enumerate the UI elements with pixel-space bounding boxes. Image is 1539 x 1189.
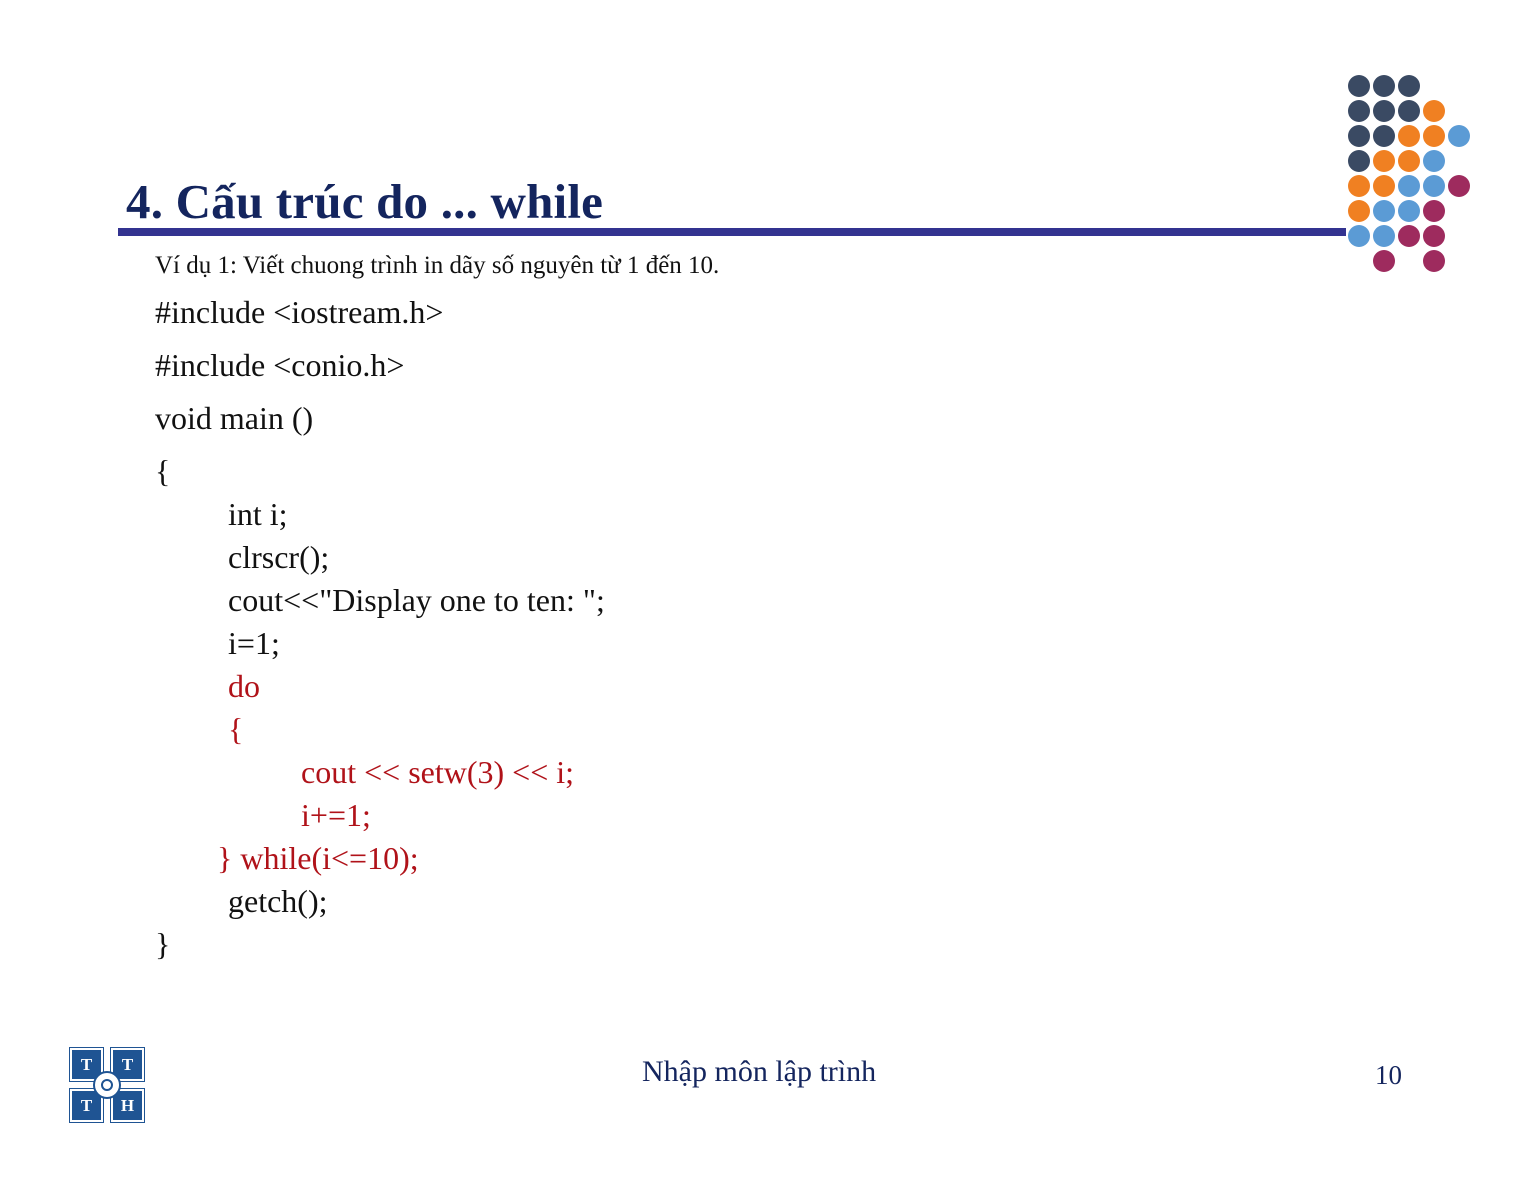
decoration-dot: [1348, 100, 1370, 122]
code-line: }: [155, 926, 171, 962]
decoration-dot: [1348, 125, 1370, 147]
decoration-dot: [1373, 150, 1395, 172]
decoration-dot: [1348, 200, 1370, 222]
code-line: cout << setw(3) << i;: [301, 754, 575, 790]
decoration-dot: [1398, 75, 1420, 97]
decoration-dot: [1348, 150, 1370, 172]
page-title: 4. Cấu trúc do ... while: [126, 173, 604, 229]
decoration-dot: [1423, 250, 1445, 272]
decoration-dot: [1348, 75, 1370, 97]
code-line: int i;: [228, 496, 288, 532]
decoration-dot: [1348, 225, 1370, 247]
decoration-dot: [1423, 125, 1445, 147]
example-intro-text: Ví dụ 1: Viết chuong trình in dãy số ngu…: [155, 252, 720, 279]
decoration-dot: [1423, 100, 1445, 122]
code-line: clrscr();: [228, 539, 330, 575]
decoration-dot: [1373, 100, 1395, 122]
decoration-dot: [1448, 125, 1470, 147]
decoration-dot: [1423, 200, 1445, 222]
code-listing: #include <iostream.h> #include <conio.h> v…: [155, 296, 1255, 971]
page-number: 10: [1375, 1060, 1402, 1090]
decoration-dot: [1373, 225, 1395, 247]
slide-canvas: 4. Cấu trúc do ... while Ví dụ 1: Viết c…: [0, 0, 1539, 1189]
decoration-dot: [1373, 175, 1395, 197]
footer-course-title: Nhập môn lập trình: [642, 1055, 877, 1088]
decoration-dot: [1423, 175, 1445, 197]
title-underline-rule: [118, 228, 1346, 236]
code-line: do: [228, 668, 260, 704]
code-line: #include <iostream.h>: [155, 294, 444, 330]
decoration-dot: [1448, 175, 1470, 197]
code-line: } while(i<=10);: [217, 840, 419, 876]
code-line: {: [228, 711, 244, 747]
decoration-dot: [1398, 150, 1420, 172]
decoration-dot: [1398, 100, 1420, 122]
decoration-dot: [1423, 150, 1445, 172]
decoration-dot: [1423, 225, 1445, 247]
code-line: getch();: [228, 883, 328, 919]
code-line: i+=1;: [301, 797, 371, 833]
code-line: void main (): [155, 400, 314, 436]
code-line: #include <conio.h>: [155, 347, 405, 383]
code-line: i=1;: [228, 625, 280, 661]
decoration-dot: [1373, 200, 1395, 222]
decoration-dot: [1373, 125, 1395, 147]
decoration-dot: [1373, 250, 1395, 272]
decoration-dot: [1398, 200, 1420, 222]
decoration-dot: [1398, 175, 1420, 197]
decoration-dot: [1398, 225, 1420, 247]
tth-logo: T T T H: [69, 1047, 145, 1123]
logo-center-ring-icon: [93, 1071, 121, 1099]
code-line: cout<<"Display one to ten: ";: [228, 582, 605, 618]
decoration-dot: [1348, 175, 1370, 197]
decoration-dot: [1398, 125, 1420, 147]
decoration-dot: [1373, 75, 1395, 97]
logo-center-ring-inner-icon: [101, 1079, 113, 1091]
code-line: {: [155, 453, 171, 489]
dot-grid-decoration: [1348, 75, 1478, 272]
